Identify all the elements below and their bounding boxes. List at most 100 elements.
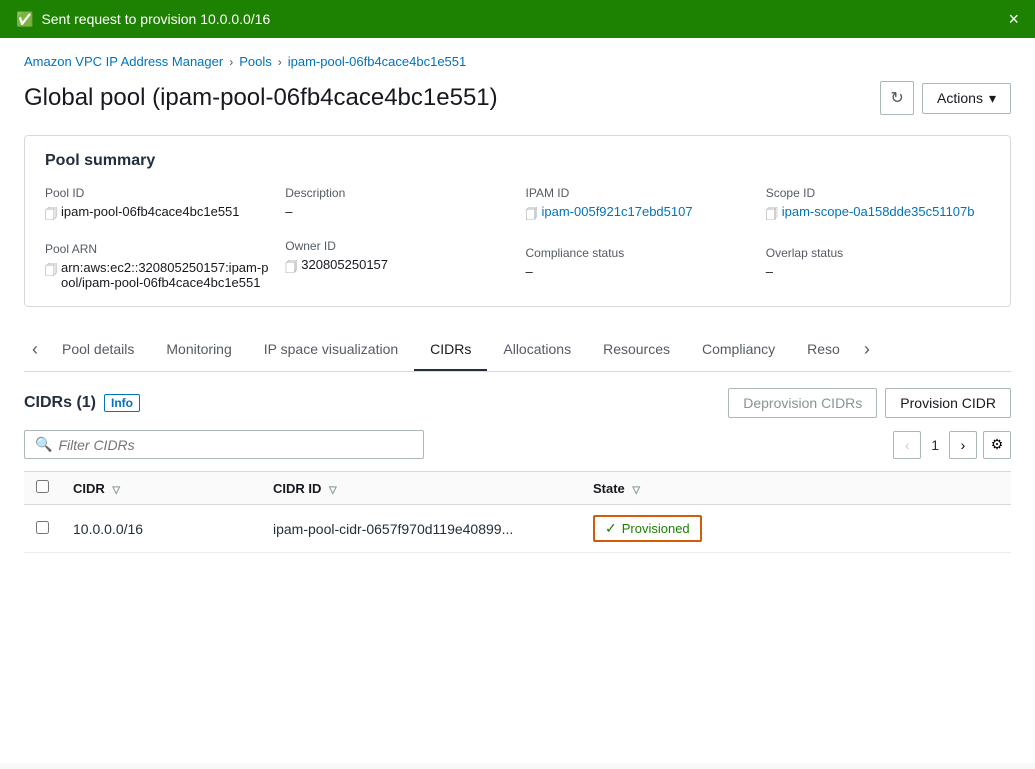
pagination: ‹ 1 › ⚙ [893, 431, 1011, 459]
cidrs-table: CIDR ▽ CIDR ID ▽ State ▽ [24, 471, 1011, 553]
banner-close-button[interactable]: × [1008, 10, 1019, 28]
select-all-checkbox[interactable] [36, 480, 49, 493]
breadcrumb-pool-id[interactable]: ipam-pool-06fb4cace4bc1e551 [288, 54, 467, 69]
tabs-container: ‹ Pool details Monitoring IP space visua… [24, 327, 1011, 372]
breadcrumb-vpc-ipam[interactable]: Amazon VPC IP Address Manager [24, 54, 223, 69]
page-next-button[interactable]: › [949, 431, 977, 459]
ipam-id-copy-icon[interactable]: 🗍 [526, 205, 538, 226]
cidr-id-sort-icon[interactable]: ▽ [329, 485, 337, 496]
row-checkbox-cell [24, 505, 61, 553]
actions-chevron-icon: ▾ [989, 90, 996, 107]
owner-id-label: Owner ID [285, 239, 509, 253]
owner-id-value: 🗍 320805250157 [285, 257, 509, 279]
page-header: Global pool (ipam-pool-06fb4cace4bc1e551… [24, 81, 1011, 115]
scope-id-value: 🗍 ipam-scope-0a158dde35c51107b [766, 204, 990, 226]
tab-reso[interactable]: Reso [791, 329, 856, 371]
cidr-sort-icon[interactable]: ▽ [112, 485, 120, 496]
ipam-id-link[interactable]: ipam-005f921c17ebd5107 [542, 204, 693, 219]
cidrs-section: CIDRs (1) Info Deprovision CIDRs Provisi… [24, 372, 1011, 553]
tab-allocations[interactable]: Allocations [487, 329, 587, 371]
cidrs-header: CIDRs (1) Info Deprovision CIDRs Provisi… [24, 388, 1011, 430]
search-wrapper: 🔍 [24, 430, 424, 459]
pool-summary-title: Pool summary [45, 152, 990, 170]
tabs-prev-button[interactable]: ‹ [24, 327, 46, 371]
row-checkbox[interactable] [36, 521, 49, 534]
search-input[interactable] [58, 437, 413, 453]
owner-id-text: 320805250157 [301, 257, 388, 272]
compliance-label: Compliance status [526, 246, 750, 260]
header-actions: ↻ Actions ▾ [880, 81, 1011, 115]
table-header-state: State ▽ [581, 472, 1011, 505]
banner-message: Sent request to provision 10.0.0.0/16 [41, 11, 270, 27]
main-content: Amazon VPC IP Address Manager › Pools › … [0, 38, 1035, 763]
pool-id-value: 🗍 ipam-pool-06fb4cace4bc1e551 [45, 204, 269, 226]
row-cidr-cell: 10.0.0.0/16 [61, 505, 261, 553]
ipam-id-label: IPAM ID [526, 186, 750, 200]
search-icon: 🔍 [35, 436, 52, 453]
cidrs-info-badge[interactable]: Info [104, 394, 140, 412]
pool-id-text: ipam-pool-06fb4cace4bc1e551 [61, 204, 240, 219]
tabs-next-button[interactable]: › [856, 327, 878, 371]
summary-col-1: Pool ID 🗍 ipam-pool-06fb4cace4bc1e551 Po… [45, 186, 269, 290]
banner-content: ✅ Sent request to provision 10.0.0.0/16 [16, 11, 270, 28]
pool-arn-label: Pool ARN [45, 242, 269, 256]
summary-col-4: Scope ID 🗍 ipam-scope-0a158dde35c51107b … [766, 186, 990, 290]
pool-arn-text: arn:aws:ec2::320805250157:ipam-pool/ipam… [61, 260, 269, 290]
filter-bar: 🔍 ‹ 1 › ⚙ [24, 430, 1011, 459]
overlap-label: Overlap status [766, 246, 990, 260]
tab-compliancy[interactable]: Compliancy [686, 329, 791, 371]
pool-id-copy-icon[interactable]: 🗍 [45, 205, 57, 226]
table-header-cidr-id: CIDR ID ▽ [261, 472, 581, 505]
provision-cidr-button[interactable]: Provision CIDR [885, 388, 1011, 418]
row-cidr-value: 10.0.0.0/16 [73, 521, 143, 537]
tab-pool-details[interactable]: Pool details [46, 329, 150, 371]
ipam-id-value: 🗍 ipam-005f921c17ebd5107 [526, 204, 750, 226]
actions-button[interactable]: Actions ▾ [922, 83, 1011, 114]
cidrs-title-text: CIDRs (1) [24, 394, 96, 412]
scope-id-label: Scope ID [766, 186, 990, 200]
cidrs-actions: Deprovision CIDRs Provision CIDR [728, 388, 1011, 418]
row-cidr-id-cell: ipam-pool-cidr-0657f970d119e40899... [261, 505, 581, 553]
table-header-row: CIDR ▽ CIDR ID ▽ State ▽ [24, 472, 1011, 505]
summary-col-3: IPAM ID 🗍 ipam-005f921c17ebd5107 Complia… [526, 186, 750, 290]
pool-arn-value: 🗍 arn:aws:ec2::320805250157:ipam-pool/ip… [45, 260, 269, 290]
page-title: Global pool (ipam-pool-06fb4cace4bc1e551… [24, 84, 498, 112]
tab-monitoring[interactable]: Monitoring [150, 329, 247, 371]
row-cidr-id-value: ipam-pool-cidr-0657f970d119e40899... [273, 521, 513, 537]
table-header-cidr: CIDR ▽ [61, 472, 261, 505]
page-number: 1 [927, 437, 943, 453]
success-banner: ✅ Sent request to provision 10.0.0.0/16 … [0, 0, 1035, 38]
tab-ip-space-visualization[interactable]: IP space visualization [248, 329, 414, 371]
pool-id-label: Pool ID [45, 186, 269, 200]
description-label: Description [285, 186, 509, 200]
tab-cidrs[interactable]: CIDRs [414, 329, 487, 371]
breadcrumb-sep-1: › [229, 55, 233, 69]
description-value: – [285, 204, 509, 219]
breadcrumb-sep-2: › [278, 55, 282, 69]
state-badge: ✓ Provisioned [593, 515, 702, 542]
page-prev-button[interactable]: ‹ [893, 431, 921, 459]
table-header-checkbox [24, 472, 61, 505]
state-sort-icon[interactable]: ▽ [632, 485, 640, 496]
summary-col-2: Description – Owner ID 🗍 320805250157 [285, 186, 509, 290]
pool-summary-card: Pool summary Pool ID 🗍 ipam-pool-06fb4ca… [24, 135, 1011, 307]
table-row: 10.0.0.0/16 ipam-pool-cidr-0657f970d119e… [24, 505, 1011, 553]
breadcrumb-pools[interactable]: Pools [239, 54, 272, 69]
row-state-cell: ✓ Provisioned [581, 505, 1011, 553]
scope-id-link[interactable]: ipam-scope-0a158dde35c51107b [782, 204, 975, 219]
compliance-value: – [526, 264, 750, 279]
scope-id-copy-icon[interactable]: 🗍 [766, 205, 778, 226]
pool-arn-copy-icon[interactable]: 🗍 [45, 261, 57, 282]
overlap-value: – [766, 264, 990, 279]
actions-label: Actions [937, 90, 983, 106]
deprovision-cidrs-button[interactable]: Deprovision CIDRs [728, 388, 877, 418]
owner-id-copy-icon[interactable]: 🗍 [285, 258, 297, 279]
banner-check-icon: ✅ [16, 11, 33, 28]
state-label: Provisioned [622, 521, 690, 536]
refresh-button[interactable]: ↻ [880, 81, 914, 115]
table-settings-button[interactable]: ⚙ [983, 431, 1011, 459]
pool-summary-grid: Pool ID 🗍 ipam-pool-06fb4cace4bc1e551 Po… [45, 186, 990, 290]
tab-resources[interactable]: Resources [587, 329, 686, 371]
breadcrumb: Amazon VPC IP Address Manager › Pools › … [24, 54, 1011, 69]
cidrs-title-group: CIDRs (1) Info [24, 394, 140, 412]
